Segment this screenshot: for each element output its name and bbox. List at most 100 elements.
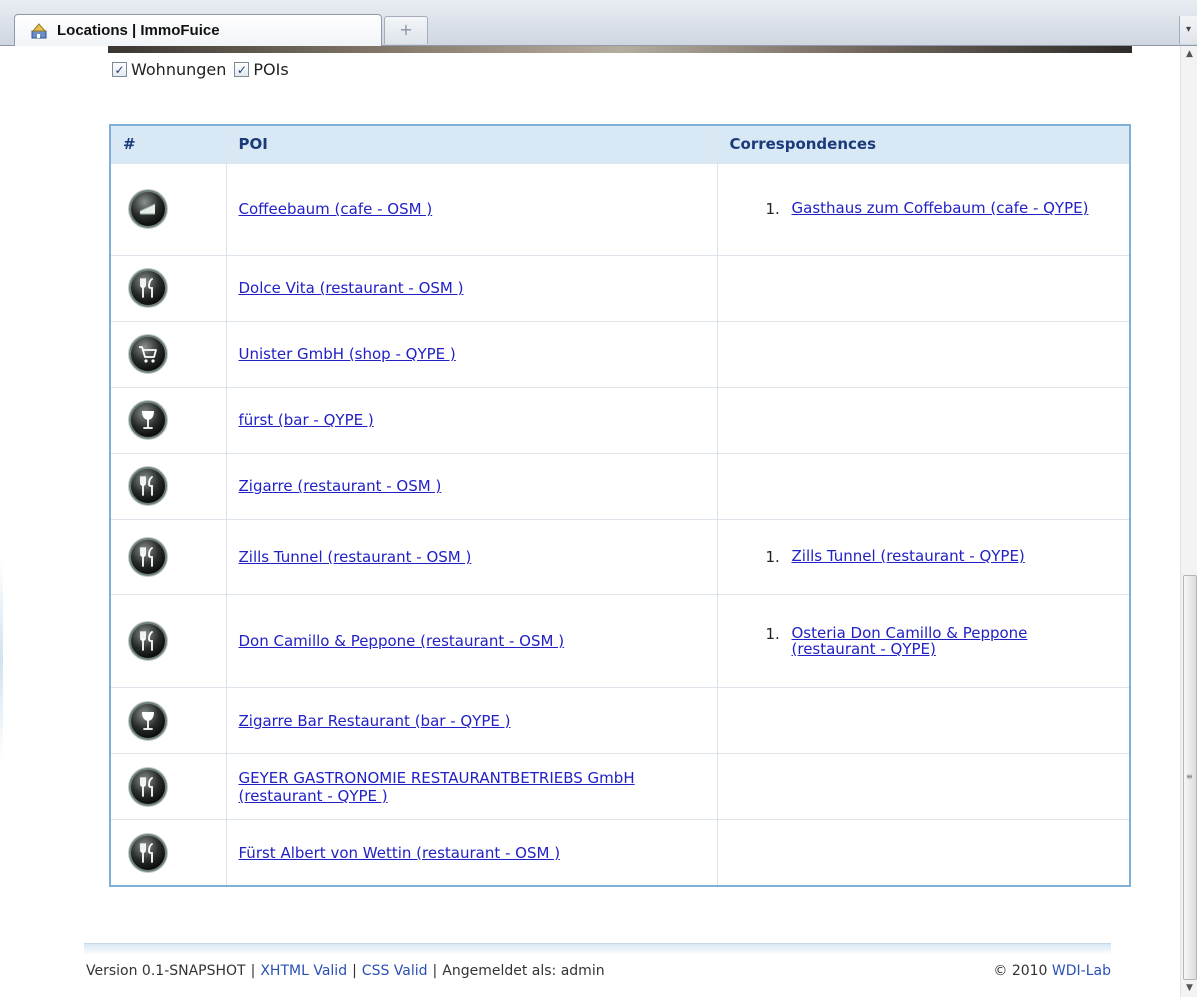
logged-in-user-text: Angemeldet als: admin (442, 963, 605, 979)
poi-name-cell: Fürst Albert von Wettin (restaurant - OS… (225, 819, 717, 886)
column-header-poi: POI (225, 125, 717, 163)
browser-tab-locations[interactable]: Locations | ImmoFuice (14, 14, 382, 46)
favicon-icon (29, 22, 49, 40)
poi-name-cell: fürst (bar - QYPE ) (225, 386, 717, 454)
page-scrollbar[interactable]: ▲ ≡ ▼ (1180, 46, 1197, 997)
list-number: 1. (765, 625, 780, 644)
list-number: 1. (765, 200, 780, 219)
table-row: Dolce Vita (restaurant - OSM ) (110, 254, 1130, 322)
poi-icon-cell (110, 819, 226, 886)
table-row: Zigarre Bar Restaurant (bar - QYPE ) (110, 687, 1130, 754)
correspondences-cell (716, 753, 1130, 820)
new-tab-button[interactable]: + (384, 16, 428, 44)
correspondences-cell (716, 386, 1130, 454)
bar-icon (129, 401, 167, 440)
correspondence-list: 1. Gasthaus zum Coffebaum (cafe - QYPE) (730, 200, 1130, 218)
poi-link[interactable]: Fürst Albert von Wettin (restaurant - OS… (239, 844, 561, 862)
correspondences-cell (716, 320, 1130, 388)
correspondence-link[interactable]: Osteria Don Camillo & Peppone (restauran… (792, 625, 1102, 657)
restaurant-icon (129, 467, 167, 506)
correspondences-cell (716, 254, 1130, 322)
page-edge-decoration (0, 560, 3, 760)
restaurant-icon (129, 537, 167, 576)
poi-name-cell: Unister GmbH (shop - QYPE ) (225, 320, 717, 388)
bar-icon (129, 701, 167, 740)
footer-right: © 2010 WDI-Lab (993, 963, 1111, 979)
poi-link[interactable]: Dolce Vita (restaurant - OSM ) (239, 279, 464, 297)
correspondence-link[interactable]: Gasthaus zum Coffebaum (cafe - QYPE) (792, 200, 1089, 218)
table-row: Fürst Albert von Wettin (restaurant - OS… (110, 819, 1130, 886)
restaurant-icon (129, 767, 167, 806)
poi-icon-cell (110, 162, 226, 256)
version-text: Version 0.1-SNAPSHOT (86, 963, 246, 979)
pois-label: POIs (253, 60, 289, 79)
footer-divider (84, 943, 1111, 955)
poi-icon-cell (110, 254, 226, 322)
poi-link[interactable]: Unister GmbH (shop - QYPE ) (239, 345, 456, 363)
tab-list-dropdown-button[interactable]: ▾ (1179, 16, 1197, 44)
poi-link[interactable]: fürst (bar - QYPE ) (239, 411, 374, 429)
correspondences-cell (716, 687, 1130, 754)
restaurant-icon (129, 269, 167, 308)
correspondence-item: 1. Osteria Don Camillo & Peppone (restaur… (766, 625, 1130, 657)
correspondences-cell: 1. Gasthaus zum Coffebaum (cafe - QYPE) (716, 162, 1130, 256)
poi-icon-cell (110, 687, 226, 754)
css-valid-link[interactable]: CSS Valid (362, 963, 428, 979)
browser-tab-title: Locations | ImmoFuice (57, 22, 220, 39)
poi-icon-cell (110, 320, 226, 388)
poi-link[interactable]: GEYER GASTRONOMIE RESTAURANTBETRIEBS Gmb… (239, 769, 635, 805)
table-row: Don Camillo & Peppone (restaurant - OSM … (110, 594, 1130, 688)
table-header-row: # POI Correspondences (110, 125, 1130, 163)
poi-icon-cell (110, 386, 226, 454)
restaurant-icon (129, 622, 167, 661)
correspondences-cell: 1. Zills Tunnel (restaurant - QYPE) (716, 518, 1130, 595)
browser-tab-bar: Locations | ImmoFuice + ▾ (0, 0, 1197, 46)
pois-checkbox[interactable]: ✓ (234, 62, 250, 77)
wohnungen-checkbox[interactable]: ✓ (112, 62, 127, 77)
correspondence-link[interactable]: Zills Tunnel (restaurant - QYPE) (792, 548, 1025, 566)
filter-wohnungen[interactable]: ✓ Wohnungen (112, 60, 226, 79)
poi-name-cell: Zigarre Bar Restaurant (bar - QYPE ) (225, 687, 717, 754)
cafe-icon (129, 190, 167, 229)
wdi-lab-link[interactable]: WDI-Lab (1052, 963, 1111, 979)
poi-link[interactable]: Zigarre Bar Restaurant (bar - QYPE ) (239, 712, 511, 730)
poi-link[interactable]: Don Camillo & Peppone (restaurant - OSM … (239, 632, 565, 650)
correspondences-cell (716, 819, 1130, 886)
table-row: Unister GmbH (shop - QYPE ) (110, 320, 1130, 388)
scrollbar-thumb[interactable]: ≡ (1183, 575, 1197, 980)
correspondences-cell: 1. Osteria Don Camillo & Peppone (restaur… (716, 594, 1130, 688)
poi-name-cell: Dolce Vita (restaurant - OSM ) (225, 254, 717, 322)
restaurant-icon (129, 833, 167, 872)
poi-name-cell: Zills Tunnel (restaurant - OSM ) (225, 518, 717, 595)
scroll-down-arrow-icon[interactable]: ▼ (1181, 980, 1197, 997)
scroll-up-arrow-icon[interactable]: ▲ (1181, 46, 1197, 63)
poi-table-body: Coffeebaum (cafe - OSM ) 1. Gasthaus zum C… (110, 162, 1130, 886)
poi-table: # POI Correspondences Coffeebaum (cafe -… (109, 124, 1131, 887)
poi-name-cell: Zigarre (restaurant - OSM ) (225, 452, 717, 520)
footer-left: Version 0.1-SNAPSHOT | XHTML Valid | CSS Val… (86, 963, 605, 979)
layer-filters: ✓ Wohnungen ✓ POIs (112, 60, 297, 79)
shop-icon (129, 335, 167, 374)
copyright-text: © 2010 (993, 963, 1048, 979)
poi-link[interactable]: Coffeebaum (cafe - OSM ) (239, 200, 433, 218)
xhtml-valid-link[interactable]: XHTML Valid (260, 963, 347, 979)
table-row: Zigarre (restaurant - OSM ) (110, 452, 1130, 520)
list-number: 1. (765, 547, 780, 566)
poi-icon-cell (110, 518, 226, 595)
poi-link[interactable]: Zills Tunnel (restaurant - OSM ) (239, 548, 472, 566)
table-row: GEYER GASTRONOMIE RESTAURANTBETRIEBS Gmb… (110, 753, 1130, 820)
column-header-correspondences: Correspondences (716, 125, 1130, 163)
wohnungen-label: Wohnungen (131, 60, 227, 79)
poi-icon-cell (110, 452, 226, 520)
poi-link[interactable]: Zigarre (restaurant - OSM ) (239, 477, 442, 495)
poi-name-cell: Coffeebaum (cafe - OSM ) (225, 162, 717, 256)
column-header-number: # (110, 125, 226, 163)
table-row: Zills Tunnel (restaurant - OSM ) 1. Zills … (110, 518, 1130, 595)
poi-icon-cell (110, 753, 226, 820)
filter-pois[interactable]: ✓ POIs (234, 60, 289, 79)
poi-icon-cell (110, 594, 226, 688)
correspondence-item: 1. Zills Tunnel (restaurant - QYPE) (766, 548, 1130, 566)
header-banner-image (108, 46, 1132, 53)
poi-name-cell: GEYER GASTRONOMIE RESTAURANTBETRIEBS Gmb… (225, 753, 717, 820)
correspondence-item: 1. Gasthaus zum Coffebaum (cafe - QYPE) (766, 200, 1130, 218)
